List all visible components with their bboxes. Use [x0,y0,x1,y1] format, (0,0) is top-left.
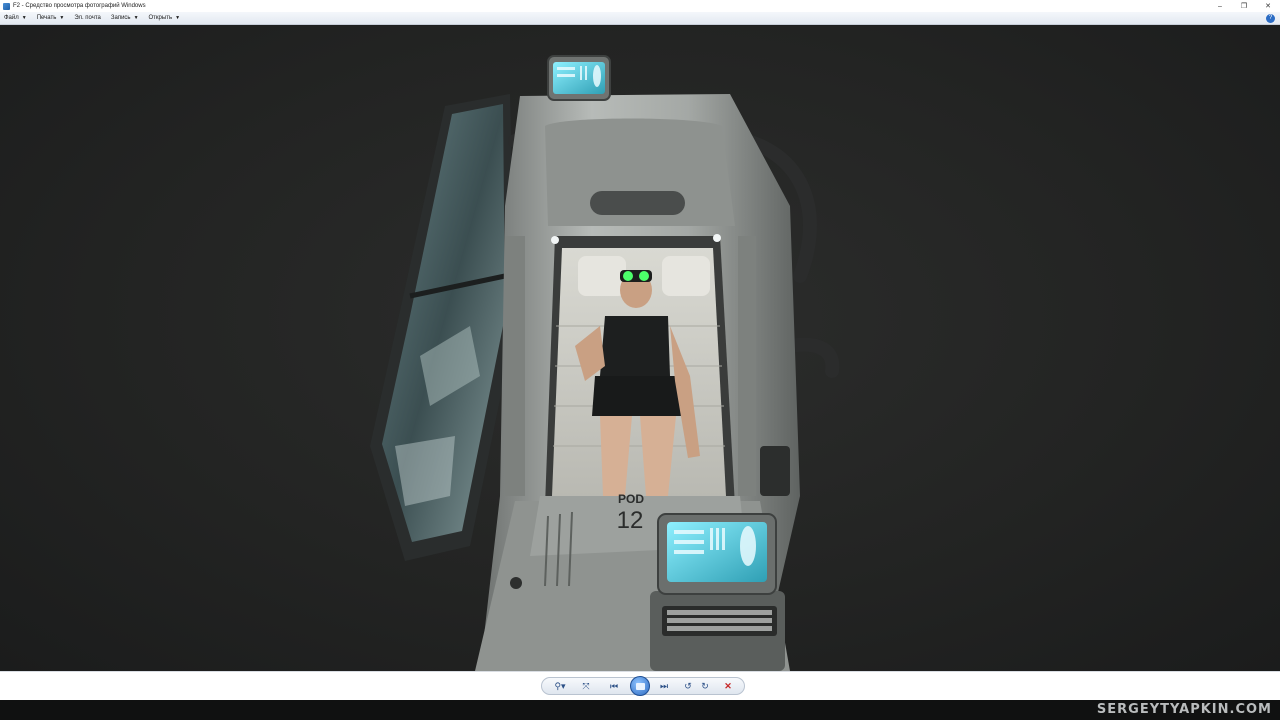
menu-bar: Файл ▼ Печать ▼ Эл. почта Запись ▼ Откры… [0,12,1280,25]
delete-icon[interactable]: ✕ [720,679,736,693]
zoom-icon[interactable]: ⚲▾ [550,679,570,693]
close-button[interactable]: ✕ [1256,0,1280,12]
pod-render-image: POD 12 [370,55,840,671]
window-controls: – ❐ ✕ [1208,0,1280,12]
menu-burn[interactable]: Запись ▼ [111,15,139,21]
bottom-strip: SERGEYTYAPKIN.COM [0,700,1280,720]
chevron-down-icon: ▼ [175,15,181,21]
pod-number: 12 [617,507,644,534]
menu-open-label: Открыть [148,15,173,21]
rotate-clockwise-icon[interactable]: ↻ [697,679,713,693]
chevron-down-icon: ▼ [59,15,65,21]
slideshow-icon [635,682,645,690]
window-title: F2 - Средство просмотра фотографий Windo… [13,3,146,9]
menu-file-label: Файл [4,15,19,21]
navigation-controls: ⚲▾ ⤧ ⏮ ⏭ ↺ ↻ ✕ [541,676,745,696]
chevron-down-icon: ▼ [133,15,139,21]
previous-icon[interactable]: ⏮ [606,679,622,693]
terminal-console [650,513,785,671]
chevron-down-icon: ▼ [21,15,27,21]
menu-burn-label: Запись [110,15,131,21]
top-monitor [547,55,611,101]
menu-open[interactable]: Открыть ▼ [149,15,181,21]
minimize-button[interactable]: – [1208,0,1232,12]
pod-label: POD [618,492,644,506]
glass-lid [370,94,515,561]
photo-viewer-app-icon [3,2,10,10]
help-icon[interactable]: ? [1266,14,1275,23]
menu-email[interactable]: Эл. почта [74,15,101,21]
slideshow-button[interactable] [630,676,650,696]
next-icon[interactable]: ⏭ [656,679,672,693]
actual-size-icon[interactable]: ⤧ [578,679,594,693]
menu-print[interactable]: Печать ▼ [37,15,65,21]
rotate-counterclockwise-icon[interactable]: ↺ [680,679,696,693]
image-viewport[interactable]: POD 12 [0,26,1280,671]
menu-file[interactable]: Файл ▼ [4,15,27,21]
menu-email-label: Эл. почта [74,15,101,21]
title-bar: F2 - Средство просмотра фотографий Windo… [0,0,1280,12]
restore-button[interactable]: ❐ [1232,0,1256,12]
watermark-text: SERGEYTYAPKIN.COM [1096,702,1272,717]
viewer-control-bar: ⚲▾ ⤧ ⏮ ⏭ ↺ ↻ ✕ [0,671,1280,700]
menu-print-label: Печать [36,15,57,21]
